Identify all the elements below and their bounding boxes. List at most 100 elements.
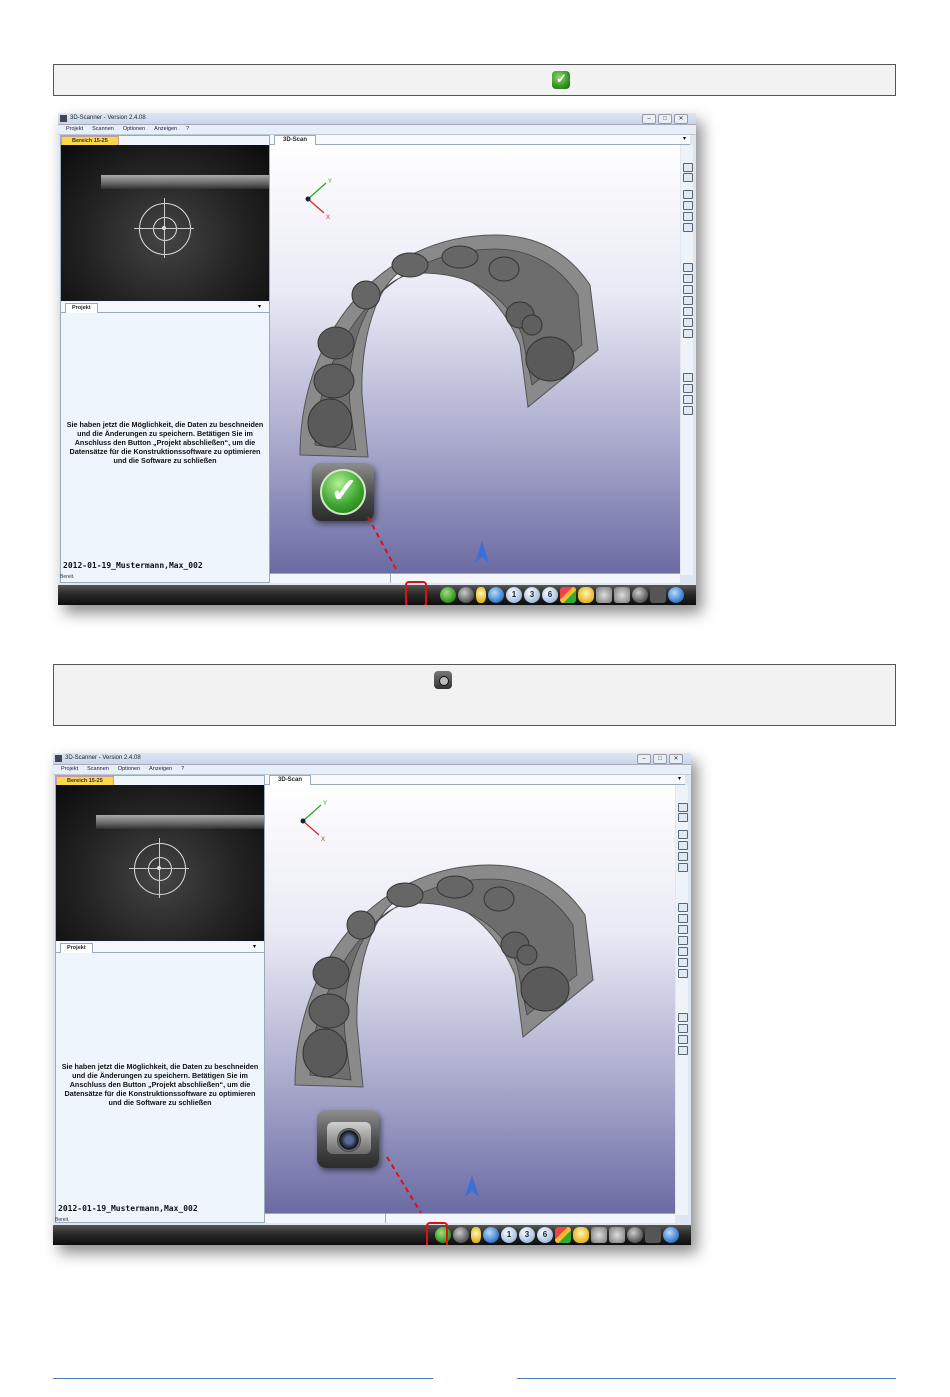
color-palette-icon[interactable]: [555, 1227, 571, 1243]
minimize-button[interactable]: –: [642, 114, 656, 124]
view-cube-icon[interactable]: [678, 947, 688, 956]
window-title: 3D-Scanner - Version 2.4.08: [65, 755, 141, 761]
view-cube-icon[interactable]: [683, 274, 693, 283]
menu-help[interactable]: ?: [186, 125, 189, 134]
view-cube-icon[interactable]: [678, 1035, 688, 1044]
maximize-button[interactable]: □: [653, 754, 667, 764]
view-cube-icon[interactable]: [678, 958, 688, 967]
scan-1-button[interactable]: 1: [506, 587, 522, 603]
view-status-strip: [270, 573, 680, 583]
view-cube-icon[interactable]: [683, 307, 693, 316]
menu-bar: Projekt Scannen Optionen Anzeigen ?: [53, 765, 691, 775]
dropdown-arrow-icon[interactable]: ▾: [678, 775, 681, 784]
paint-icon[interactable]: [573, 1227, 589, 1243]
view-cube-icon[interactable]: [683, 373, 693, 382]
green-check-icon: [552, 71, 570, 89]
save-icon[interactable]: [650, 587, 666, 603]
light-bulb-icon[interactable]: [471, 1227, 481, 1243]
view-cube-icon[interactable]: [683, 406, 693, 415]
scan-3-button[interactable]: 3: [519, 1227, 535, 1243]
tab-3d-scan[interactable]: 3D-Scan: [269, 775, 312, 785]
menu-help[interactable]: ?: [181, 765, 184, 774]
menu-optionen[interactable]: Optionen: [118, 765, 140, 774]
menu-scannen[interactable]: Scannen: [92, 125, 114, 134]
tool-icon[interactable]: [678, 803, 688, 812]
view-cube-icon[interactable]: [678, 914, 688, 923]
close-button[interactable]: ✕: [669, 754, 683, 764]
light-bulb-icon[interactable]: [476, 587, 486, 603]
sphere-icon[interactable]: [627, 1227, 643, 1243]
left-panel: Bereich 15-25 Projekt ▾ Sie haben jetzt …: [55, 775, 265, 1223]
menu-projekt[interactable]: Projekt: [66, 125, 83, 134]
3d-viewport[interactable]: Y X: [270, 145, 680, 575]
bottom-toolbar: 1 3 6: [58, 585, 696, 605]
view-cube-icon[interactable]: [678, 1024, 688, 1033]
tab-3d-scan[interactable]: 3D-Scan: [274, 135, 317, 145]
color-palette-icon[interactable]: [560, 587, 576, 603]
cut-icon[interactable]: [609, 1227, 625, 1243]
scan-6-button[interactable]: 6: [537, 1227, 553, 1243]
sphere-icon[interactable]: [632, 587, 648, 603]
tool-icon[interactable]: [683, 201, 693, 210]
menu-anzeigen[interactable]: Anzeigen: [154, 125, 177, 134]
tool-icon[interactable]: [678, 830, 688, 839]
settings-gear-icon[interactable]: [668, 587, 684, 603]
view-cube-icon[interactable]: [678, 969, 688, 978]
project-tab[interactable]: Projekt: [65, 303, 98, 313]
tool-icon[interactable]: [683, 163, 693, 172]
settings-gear-icon[interactable]: [663, 1227, 679, 1243]
tool-icon[interactable]: [683, 212, 693, 221]
3d-viewport[interactable]: Y X: [265, 785, 675, 1215]
camera-icon: [434, 671, 452, 689]
dots-grid-icon[interactable]: [483, 1227, 499, 1243]
camera-button[interactable]: [453, 1227, 469, 1243]
view-tab-bar: 3D-Scan ▾: [265, 775, 685, 785]
dropdown-arrow-icon[interactable]: ▾: [683, 135, 686, 144]
view-cube-icon[interactable]: [683, 395, 693, 404]
maximize-button[interactable]: □: [658, 114, 672, 124]
camera-button[interactable]: [458, 587, 474, 603]
scissors-icon[interactable]: [596, 587, 612, 603]
menu-anzeigen[interactable]: Anzeigen: [149, 765, 172, 774]
view-cube-icon[interactable]: [678, 903, 688, 912]
view-cube-icon[interactable]: [683, 263, 693, 272]
menu-scannen[interactable]: Scannen: [87, 765, 109, 774]
project-tab[interactable]: Projekt: [60, 943, 93, 953]
app-screenshot-1: 3D-Scanner - Version 2.4.08 – □ ✕ Projek…: [58, 113, 696, 605]
view-cube-icon[interactable]: [683, 318, 693, 327]
scan-1-button[interactable]: 1: [501, 1227, 517, 1243]
menu-projekt[interactable]: Projekt: [61, 765, 78, 774]
view-cube-icon[interactable]: [678, 936, 688, 945]
tool-icon[interactable]: [683, 190, 693, 199]
cut-icon[interactable]: [614, 587, 630, 603]
view-cube-icon[interactable]: [683, 329, 693, 338]
paint-icon[interactable]: [578, 587, 594, 603]
close-button[interactable]: ✕: [674, 114, 688, 124]
tool-icon[interactable]: [678, 813, 688, 822]
save-icon[interactable]: [645, 1227, 661, 1243]
view-cube-icon[interactable]: [678, 1046, 688, 1055]
highlight-camera-button: [426, 1222, 448, 1245]
dots-grid-icon[interactable]: [488, 587, 504, 603]
tool-icon[interactable]: [678, 841, 688, 850]
scissors-icon[interactable]: [591, 1227, 607, 1243]
tool-icon[interactable]: [683, 223, 693, 232]
view-cube-icon[interactable]: [683, 296, 693, 305]
tool-icon[interactable]: [678, 852, 688, 861]
finish-project-button[interactable]: [440, 587, 456, 603]
view-cube-icon[interactable]: [678, 1013, 688, 1022]
project-instructions: Sie haben jetzt die Möglichkeit, die Dat…: [61, 1062, 259, 1107]
view-cube-icon[interactable]: [683, 384, 693, 393]
minimize-button[interactable]: –: [637, 754, 651, 764]
dropdown-arrow-icon[interactable]: ▾: [258, 303, 261, 312]
view-cube-icon[interactable]: [683, 285, 693, 294]
dropdown-arrow-icon[interactable]: ▾: [253, 943, 256, 952]
tool-icon[interactable]: [678, 863, 688, 872]
scan-6-button[interactable]: 6: [542, 587, 558, 603]
menu-optionen[interactable]: Optionen: [123, 125, 145, 134]
title-bar: 3D-Scanner - Version 2.4.08 – □ ✕: [53, 753, 691, 765]
scan-3-button[interactable]: 3: [524, 587, 540, 603]
view-cube-icon[interactable]: [678, 925, 688, 934]
tool-icon[interactable]: [683, 173, 693, 182]
app-icon: [55, 755, 62, 762]
